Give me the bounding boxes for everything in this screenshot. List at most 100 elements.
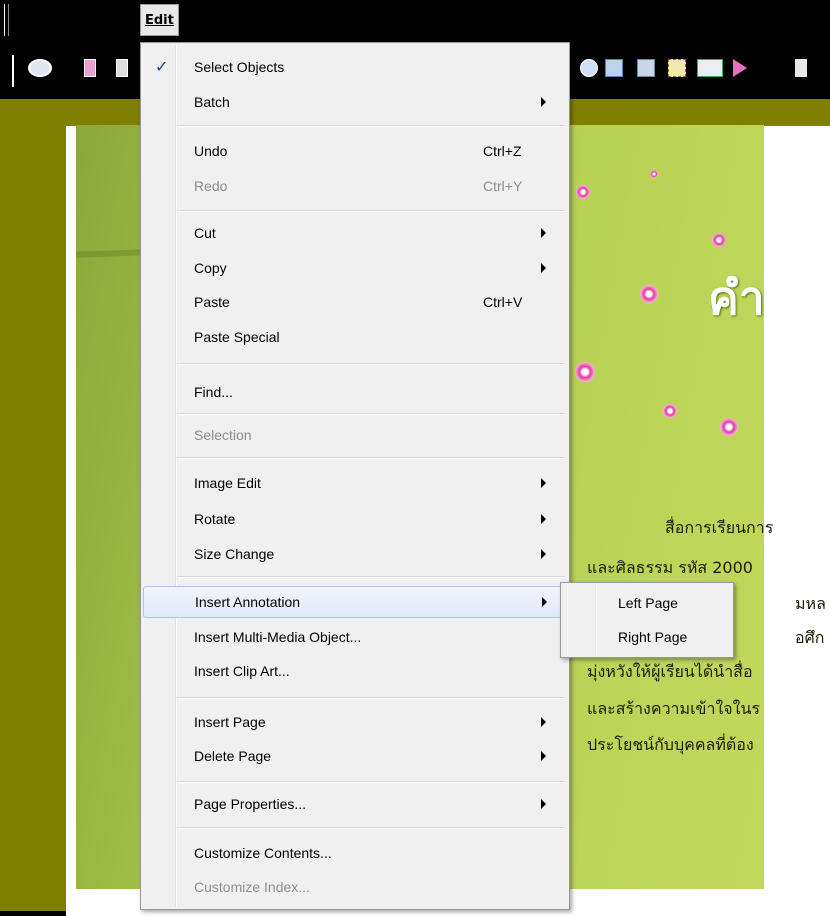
submenu-arrow-icon [542, 597, 547, 607]
submenu-arrow-icon [541, 717, 546, 727]
menu-item-label: Paste [194, 294, 230, 310]
menu-separator [177, 457, 565, 459]
menu-item-paste-special[interactable]: Paste Special [143, 322, 567, 352]
menu-item-page-properties[interactable]: Page Properties... [143, 789, 567, 819]
menu-item-customize-index: Customize Index... [143, 872, 567, 902]
menu-item-delete-page[interactable]: Delete Page [143, 741, 567, 771]
menu-separator [177, 576, 565, 578]
frame-icon[interactable] [637, 59, 655, 77]
submenu-arrow-icon [541, 514, 546, 524]
play-triangle-icon[interactable] [733, 59, 747, 77]
menu-item-batch[interactable]: Batch [143, 87, 567, 117]
menu-item-label: Insert Multi-Media Object... [194, 629, 362, 645]
menu-separator [177, 697, 565, 699]
menu-item-label: Batch [194, 94, 230, 110]
menu-item-label: Page Properties... [194, 796, 307, 812]
menu-item-label: Undo [194, 143, 228, 159]
menu-separator [177, 210, 565, 212]
submenu-arrow-icon [541, 799, 546, 809]
audio-icon[interactable] [580, 59, 598, 77]
page-text-line: และสร้างความเข้าใจในร [587, 699, 761, 718]
menu-item-undo[interactable]: Undo Ctrl+Z [143, 136, 567, 166]
menu-item-find[interactable]: Find... [143, 377, 567, 407]
menu-item-label: Left Page [618, 595, 678, 611]
menu-item-shortcut: Ctrl+Y [483, 178, 523, 194]
flower-decoration [712, 233, 726, 247]
menu-item-label: Customize Contents... [194, 845, 332, 861]
menu-item-label: Select Objects [194, 59, 285, 75]
submenu-arrow-icon [541, 228, 546, 238]
menu-item-label: Image Edit [194, 475, 261, 491]
oval-tool-icon[interactable] [28, 59, 52, 77]
page-pink-icon[interactable] [84, 59, 96, 77]
flower-decoration [575, 362, 595, 382]
submenu-arrow-icon [541, 263, 546, 273]
menu-item-size-change[interactable]: Size Change [143, 539, 567, 569]
menu-item-label: Rotate [194, 511, 236, 527]
flower-decoration [650, 170, 658, 178]
submenu-item-right-page[interactable]: Right Page [563, 622, 731, 652]
flower-decoration [720, 418, 738, 436]
edit-menu-dropdown: ✓ Select Objects Batch Undo Ctrl+Z Redo … [140, 42, 570, 910]
flower-decoration [640, 285, 658, 303]
menu-item-label: Cut [194, 225, 216, 241]
menu-separator [177, 363, 565, 365]
menu-item-label: Delete Page [194, 748, 272, 764]
menu-item-label: Find... [194, 384, 233, 400]
menu-item-shortcut: Ctrl+V [483, 294, 523, 310]
menu-item-paste[interactable]: Paste Ctrl+V [143, 287, 567, 317]
submenu-item-left-page[interactable]: Left Page [563, 588, 731, 618]
submenu-arrow-icon [541, 549, 546, 559]
menu-item-label: Insert Page [194, 714, 266, 730]
menu-item-redo: Redo Ctrl+Y [143, 171, 567, 201]
submenu-arrow-icon [541, 478, 546, 488]
menu-item-insert-clip-art[interactable]: Insert Clip Art... [143, 656, 567, 686]
insert-annotation-submenu: Left Page Right Page [560, 582, 734, 658]
menu-item-copy[interactable]: Copy [143, 253, 567, 283]
menu-separator [177, 125, 565, 127]
menu-separator [177, 781, 565, 783]
menu-separator [177, 827, 565, 829]
toolbar-grip[interactable] [12, 55, 17, 87]
menu-item-customize-contents[interactable]: Customize Contents... [143, 838, 567, 868]
flower-decoration [663, 404, 677, 418]
menu-item-shortcut: Ctrl+Z [483, 143, 522, 159]
page-heading: คำ [708, 271, 765, 325]
menu-item-label: Insert Clip Art... [194, 663, 290, 679]
page-text-line: อศึก [795, 628, 825, 647]
toolbar-more-icon[interactable] [795, 59, 807, 77]
box-icon[interactable] [668, 59, 686, 77]
menu-item-label: Selection [194, 427, 252, 443]
menu-item-label: Right Page [618, 629, 688, 645]
menu-item-rotate[interactable]: Rotate [143, 504, 567, 534]
menu-item-image-edit[interactable]: Image Edit [143, 468, 567, 498]
menu-item-select-objects[interactable]: ✓ Select Objects [143, 52, 567, 82]
menu-item-label: Customize Index... [194, 879, 310, 895]
page-text-line: สื่อการเรียนการ [665, 518, 774, 537]
submenu-arrow-icon [541, 97, 546, 107]
menu-item-label: Redo [194, 178, 228, 194]
menu-edit[interactable]: Edit [140, 4, 179, 36]
menu-bar: Edit [0, 0, 830, 41]
move-icon[interactable] [605, 59, 623, 77]
menu-item-insert-multimedia[interactable]: Insert Multi-Media Object... [143, 622, 567, 652]
menu-item-label: Paste Special [194, 329, 280, 345]
menu-item-label: Size Change [194, 546, 275, 562]
menu-item-insert-annotation[interactable]: Insert Annotation [143, 586, 567, 618]
menu-item-label: Insert Annotation [195, 594, 301, 610]
page-tool-icon[interactable] [116, 59, 128, 77]
menubar-grip[interactable] [4, 4, 9, 36]
page-text-line: มหล [795, 594, 826, 613]
page-text-line: และศิลธรรม รหัส 2000 [587, 558, 753, 577]
submenu-arrow-icon [541, 751, 546, 761]
page-text-line: มุ่งหวังให้ผู้เรียนได้นำสื่อ [587, 662, 753, 681]
checkmark-icon: ✓ [155, 57, 169, 76]
menu-separator [177, 413, 565, 415]
menu-item-insert-page[interactable]: Insert Page [143, 707, 567, 737]
page-text-line: ประโยชน์กับบุคคลที่ต้อง [587, 735, 754, 754]
menu-item-cut[interactable]: Cut [143, 218, 567, 248]
menu-item-selection: Selection [143, 420, 567, 450]
menu-item-label: Copy [194, 260, 227, 276]
book-icon[interactable] [697, 59, 723, 77]
flower-decoration [576, 185, 590, 199]
